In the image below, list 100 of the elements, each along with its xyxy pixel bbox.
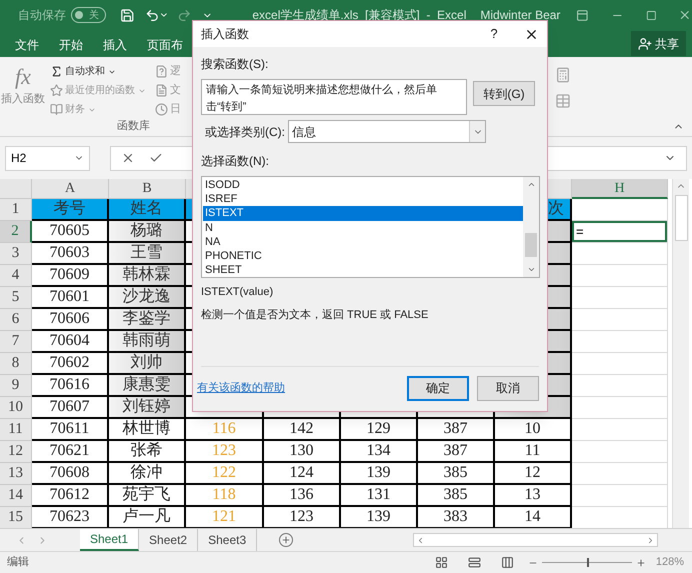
field-label: 选择函数(N): [201, 153, 270, 170]
zoom-level: 128% [656, 555, 684, 570]
table-cell: 142 [264, 419, 341, 441]
table-cell: 11 [495, 441, 572, 463]
row-header[interactable]: 3 [0, 243, 32, 265]
horizontal-scrollbar[interactable] [413, 533, 658, 547]
table-cell: 70621 [32, 441, 109, 463]
table-cell: 385 [418, 463, 495, 485]
person-plus-icon [638, 36, 652, 50]
ok-button[interactable]: 确定 [407, 376, 469, 400]
table-cell: 387 [418, 419, 495, 441]
page-break-icon[interactable] [500, 556, 514, 569]
row-header[interactable]: 6 [0, 309, 32, 331]
go-button[interactable]: 转到(G) [473, 81, 535, 106]
function-item[interactable]: N [203, 220, 523, 235]
normal-view-icon[interactable] [434, 556, 448, 569]
row-header[interactable]: 9 [0, 375, 32, 397]
help-link[interactable]: 有关该函数的帮助 [197, 380, 285, 396]
calculator-icon[interactable] [555, 67, 571, 83]
table-cell: 考号 [32, 199, 109, 221]
scrollbar-thumb[interactable] [674, 195, 688, 241]
table-cell: 10 [495, 419, 572, 441]
row-header[interactable]: 13 [0, 463, 32, 485]
table-cell: 123 [186, 441, 264, 463]
table-cell: 刘钰婷 [109, 397, 186, 419]
cancel-icon[interactable] [121, 151, 135, 165]
table-cell: 苑宇飞 [109, 485, 186, 507]
function-item[interactable]: PHONETIC [203, 248, 523, 264]
zoom-in-icon[interactable] [636, 558, 646, 568]
row-header[interactable]: 1 [0, 199, 32, 221]
ribbon-options-icon[interactable] [576, 8, 590, 22]
ribbon-button[interactable]: 自动求和 [50, 63, 146, 80]
table-cell: 沙龙逸 [109, 287, 186, 309]
table-cell: 129 [341, 419, 418, 441]
list-scrollbar[interactable] [523, 177, 539, 277]
row-header[interactable]: 5 [0, 287, 32, 309]
function-icon [50, 65, 63, 78]
function-icon [155, 65, 168, 78]
function-item[interactable]: SHEET [203, 263, 523, 278]
search-field[interactable]: 请输入一条简短说明来描述您想做什么，然后单击“转到” [201, 79, 467, 115]
ribbon-tab[interactable]: 文件 [5, 32, 49, 57]
row-header[interactable]: 2 [0, 221, 32, 243]
table-cell: 130 [264, 441, 341, 463]
category-select[interactable]: 信息 [288, 120, 486, 143]
function-item[interactable]: NA [203, 234, 523, 249]
group-label: 函数库 [117, 118, 151, 134]
table-cell: 385 [418, 485, 495, 507]
column-header[interactable]: H [572, 179, 668, 199]
function-item[interactable]: ISTEXT [203, 206, 523, 221]
table-cell: 70609 [32, 265, 109, 287]
name-box[interactable]: H2 [5, 146, 90, 170]
table-cell: 70607 [32, 397, 109, 419]
row-header[interactable]: 14 [0, 485, 32, 507]
table-cell: 13 [495, 485, 572, 507]
row-header[interactable]: 10 [0, 397, 32, 419]
scrollbar-thumb[interactable] [525, 233, 537, 257]
table-cell: 136 [264, 485, 341, 507]
user-name: Midwinter Bear [480, 7, 560, 24]
table-cell: 卢一凡 [109, 507, 186, 528]
row-header[interactable]: 7 [0, 331, 32, 353]
table-cell: 118 [186, 485, 264, 507]
ribbon-tab[interactable]: 开始 [49, 32, 93, 57]
save-icon[interactable] [120, 8, 135, 22]
row-header[interactable]: 4 [0, 265, 32, 287]
table-cell: 116 [186, 419, 264, 441]
table-cell: 姓名 [109, 199, 186, 221]
field-label: 搜索函数(S): [201, 56, 270, 73]
function-item[interactable]: ISODD [203, 178, 523, 192]
table-cell: 124 [264, 463, 341, 485]
undo-icon[interactable] [144, 8, 160, 22]
table-cell: 70608 [32, 463, 109, 485]
ribbon-tab[interactable]: 页面布 [137, 32, 193, 57]
table-cell: 383 [418, 507, 495, 528]
redo-icon[interactable] [177, 8, 192, 22]
status-mode: 编辑 [7, 555, 29, 570]
function-icon [155, 84, 168, 97]
table-cell: = [572, 221, 668, 243]
share-button[interactable]: 共享 [631, 31, 686, 56]
sheet-tab[interactable]: Sheet1 [80, 529, 140, 551]
scroll-up-icon[interactable] [526, 180, 536, 189]
row-header[interactable]: 11 [0, 419, 32, 441]
zoom-thumb[interactable] [586, 558, 589, 567]
add-sheet-icon[interactable] [279, 533, 294, 547]
row-header[interactable]: 15 [0, 507, 32, 528]
vertical-scrollbar[interactable] [672, 179, 689, 528]
ribbon-tab[interactable]: 插入 [93, 32, 137, 57]
table-cell: 刘帅 [109, 353, 186, 375]
table-cell: 70623 [32, 507, 109, 528]
function-icon [155, 103, 168, 116]
table-icon[interactable] [555, 93, 571, 109]
help-button[interactable]: ? [484, 24, 504, 44]
row-header[interactable]: 12 [0, 441, 32, 463]
page-layout-icon[interactable] [468, 556, 481, 569]
row-header[interactable]: 8 [0, 353, 32, 375]
maximize-icon[interactable] [646, 10, 656, 20]
table-cell: 121 [186, 507, 264, 528]
table-cell: 14 [495, 507, 572, 528]
table-cell: 张希 [109, 441, 186, 463]
cancel-button[interactable]: 取消 [477, 376, 539, 400]
scroll-down-icon[interactable] [526, 265, 536, 274]
